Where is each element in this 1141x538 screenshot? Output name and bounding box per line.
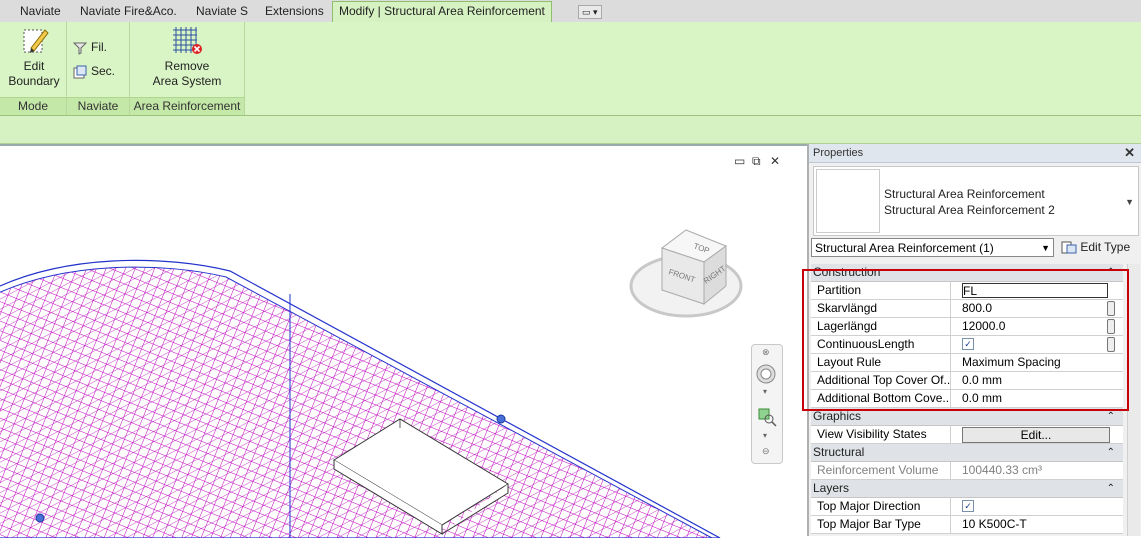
ribbon-tab-bar: Naviate Naviate Fire&Aco. Naviate S Exte… <box>0 0 1141 23</box>
panel-title-naviate: Naviate <box>67 97 129 115</box>
filter-icon <box>73 42 87 55</box>
remove-area-system-label-1: Remove <box>164 59 210 73</box>
wheel-dropdown-button[interactable]: ▾ <box>763 387 767 396</box>
minimize-ribbon-icon: ▭ ▾ <box>582 7 598 17</box>
tab-extensions[interactable]: Extensions <box>259 2 330 21</box>
group-layers-label: Layers <box>813 481 850 495</box>
highlight-rectangle <box>802 269 1129 411</box>
section-icon <box>73 65 87 79</box>
panel-display-toggle[interactable]: ▭ ▾ <box>578 5 602 19</box>
ribbon: Edit Boundary Mode Fil. Sec. Naviate Rem… <box>0 22 1141 116</box>
viewport-restore-button[interactable]: ⧉ <box>752 154 761 169</box>
edit-boundary-button[interactable]: Edit Boundary <box>6 24 62 89</box>
edit-type-button[interactable]: Edit Type <box>1061 239 1130 256</box>
navigation-bar: ⊗ ▾ ▾ ⊖ <box>751 344 783 464</box>
collapse-icon: ⌃ <box>1106 447 1115 458</box>
close-icon: ✕ <box>770 154 781 168</box>
edit-type-label: Edit Type <box>1080 240 1131 254</box>
edit-boundary-label-2: Boundary <box>8 74 60 88</box>
chevron-down-icon: ▾ <box>763 431 768 440</box>
group-layers[interactable]: Layers ⌃ <box>811 480 1123 498</box>
filter-label: Fil. <box>91 40 107 54</box>
section-button[interactable]: Sec. <box>73 62 115 80</box>
edit-boundary-label-1: Edit <box>23 59 45 73</box>
param-name: Reinforcement Volume <box>811 462 951 479</box>
zoom-button[interactable] <box>757 407 777 427</box>
nav-bar-options-button[interactable]: ⊖ <box>762 446 770 457</box>
group-structural[interactable]: Structural ⌃ <box>811 444 1123 462</box>
top-major-bar-type-value[interactable]: 10 K500C-T <box>960 516 1110 533</box>
panel-title-area-reinforcement: Area Reinforcement <box>130 97 244 115</box>
filter-button[interactable]: Fil. <box>73 38 107 56</box>
param-row-reinforcement-volume: Reinforcement Volume 100440.33 cm³ <box>811 462 1123 480</box>
tab-naviate-s[interactable]: Naviate S <box>190 2 254 21</box>
properties-close-button[interactable]: ✕ <box>1124 144 1135 162</box>
remove-area-system-icon <box>173 27 202 54</box>
panel-title-mode: Mode <box>0 97 66 115</box>
viewport-close-button[interactable]: ✕ <box>770 154 780 168</box>
type-family: Structural Area Reinforcement <box>884 187 1045 201</box>
type-selector[interactable]: Structural Area Reinforcement Structural… <box>813 166 1139 236</box>
group-structural-label: Structural <box>813 445 865 459</box>
panel-naviate: Fil. Sec. Naviate <box>67 22 130 115</box>
properties-title: Properties <box>813 147 864 159</box>
tab-naviate-fire-aco[interactable]: Naviate Fire&Aco. <box>74 2 183 21</box>
zoom-dropdown-button[interactable]: ▾ <box>763 431 767 440</box>
top-major-direction-checkbox[interactable]: ✓ <box>962 499 974 512</box>
options-bar <box>0 116 1141 144</box>
drawing-viewport[interactable]: ▭ ⧉ ✕ TOP FRONT RIGHT ⊗ ▾ ▾ ⊖ <box>0 144 807 538</box>
steering-wheel-button[interactable] <box>755 363 777 385</box>
minimize-icon: ▭ <box>734 154 746 168</box>
panel-area-reinforcement: Remove Area System Area Reinforcement <box>130 22 245 115</box>
steering-wheel-icon <box>756 364 776 384</box>
view-visibility-edit-button[interactable]: Edit... <box>962 427 1110 443</box>
viewcube[interactable]: TOP FRONT RIGHT <box>628 228 746 330</box>
param-name: Top Major Bar Type <box>811 516 951 533</box>
type-preview-image <box>816 169 880 233</box>
edit-boundary-icon <box>23 29 49 53</box>
param-row-view-visibility-states: View Visibility States Edit... <box>811 426 1123 444</box>
instance-filter-select[interactable]: Structural Area Reinforcement (1) ▼ <box>811 238 1054 257</box>
type-type: Structural Area Reinforcement 2 <box>884 203 1055 217</box>
panel-mode: Edit Boundary Mode <box>0 22 67 115</box>
group-graphics-label: Graphics <box>813 409 862 423</box>
viewport-minimize-button[interactable]: ▭ <box>734 154 745 168</box>
remove-area-system-button[interactable]: Remove Area System <box>142 24 232 89</box>
collapse-icon: ⌃ <box>1106 483 1115 494</box>
rebar-slab-drawing <box>0 259 721 538</box>
options-icon: ⊖ <box>762 446 770 456</box>
chevron-down-icon: ▼ <box>1125 197 1134 207</box>
reinforcement-volume-value: 100440.33 cm³ <box>962 463 1043 477</box>
remove-area-system-label-2: Area System <box>152 74 222 88</box>
zoom-region-icon <box>758 408 777 427</box>
section-label: Sec. <box>91 64 116 78</box>
type-name: Structural Area Reinforcement Structural… <box>884 186 1055 218</box>
instance-filter-value: Structural Area Reinforcement (1) <box>815 241 994 255</box>
properties-header: Properties ✕ <box>809 144 1141 163</box>
tab-naviate[interactable]: Naviate <box>14 2 67 21</box>
chevron-down-icon: ▾ <box>763 387 768 396</box>
close-icon: ⊗ <box>762 347 770 357</box>
param-row-top-major-direction: Top Major Direction ✓ <box>811 498 1123 516</box>
param-name: Top Major Direction <box>811 498 951 515</box>
param-row-top-major-bar-type: Top Major Bar Type 10 K500C-T <box>811 516 1123 534</box>
edit-type-icon <box>1061 241 1077 254</box>
tab-modify-structural-area-reinforcement[interactable]: Modify | Structural Area Reinforcement <box>332 1 552 23</box>
close-icon: ✕ <box>1124 145 1135 160</box>
param-name: View Visibility States <box>811 426 951 443</box>
restore-icon: ⧉ <box>752 154 761 168</box>
chevron-down-icon: ▼ <box>1041 243 1050 253</box>
nav-bar-close-button[interactable]: ⊗ <box>762 347 770 358</box>
